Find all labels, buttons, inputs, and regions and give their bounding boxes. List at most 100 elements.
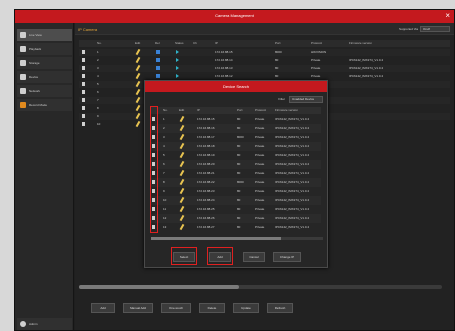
add-button[interactable]: Add <box>91 303 115 313</box>
dialog-horizontal-scrollbar[interactable] <box>151 237 323 240</box>
dialog-row[interactable]: 5 172.16.88.19 80 Private IPC6142_IMX274_V1.… <box>151 151 321 160</box>
play-icon[interactable] <box>176 58 179 62</box>
edit-icon[interactable] <box>179 205 185 213</box>
dialog-row[interactable]: 10 172.16.88.24 80 Private IPC6142_IMX274_V1… <box>151 196 321 205</box>
edit-icon[interactable] <box>135 80 141 88</box>
device-search-dialog: Device Search Filter Unadded Device No. … <box>144 80 328 268</box>
row-protocol: Private <box>255 207 265 211</box>
row-port: 80 <box>237 162 241 166</box>
col-port: Port <box>237 108 243 112</box>
close-icon[interactable]: × <box>445 11 450 20</box>
select-checkbox[interactable] <box>82 98 85 102</box>
sidebar-item-live-view[interactable]: Live View <box>17 29 72 41</box>
dialog-row[interactable]: 3 172.16.88.17 8000 Private IPC6142_IMX274_V… <box>151 133 321 142</box>
dialog-row[interactable]: 8 172.16.88.22 8000 Private IPC6142_IMX274_V… <box>151 178 321 187</box>
edit-icon[interactable] <box>135 104 141 112</box>
dialog-row[interactable]: 1 172.16.88.15 80 Private IPC6142_IMX274_V1.… <box>151 115 321 124</box>
row-port: 80 <box>237 216 241 220</box>
select-checkbox[interactable] <box>82 74 85 78</box>
col-channel: Ch <box>193 41 197 45</box>
sidebar-item-network[interactable]: Network <box>17 85 72 97</box>
edit-icon[interactable] <box>179 178 185 186</box>
edit-icon[interactable] <box>135 88 141 96</box>
row-port: 80 <box>237 144 241 148</box>
play-icon[interactable] <box>176 50 179 54</box>
dialog-row[interactable]: 2 172.16.88.16 80 Private IPC6142_IMX274_V1.… <box>151 124 321 133</box>
edit-icon[interactable] <box>179 187 185 195</box>
table-row[interactable]: 1 172.16.88.15 8000 HIKVISION <box>79 48 450 56</box>
edit-icon[interactable] <box>135 48 141 56</box>
col-firmware: Firmware version <box>275 108 299 112</box>
row-ip: 172.16.88.25 <box>197 207 215 211</box>
dialog-row[interactable]: 12 172.16.88.26 80 Private IPC6142_IMX274_V1… <box>151 214 321 223</box>
table-row[interactable]: 4 172.16.88.12 80 Private IPC6142_IMX274_V1.… <box>79 72 450 80</box>
edit-icon[interactable] <box>135 112 141 120</box>
dialog-row[interactable]: 11 172.16.88.25 80 Private IPC6142_IMX274_V1… <box>151 205 321 214</box>
edit-icon[interactable] <box>179 214 185 222</box>
edit-icon[interactable] <box>179 115 185 123</box>
row-protocol: Private <box>255 135 265 139</box>
dialog-filter-select[interactable]: Unadded Device <box>289 96 323 103</box>
col-status: Status <box>175 41 184 45</box>
edit-icon[interactable] <box>135 72 141 80</box>
scroll-thumb[interactable] <box>151 237 281 240</box>
select-checkbox[interactable] <box>82 66 85 70</box>
tab-ip-camera[interactable]: IP Camera <box>78 27 97 32</box>
edit-icon[interactable] <box>179 196 185 204</box>
row-firmware: IPC6142_IMX274_V1.0.4 <box>275 171 310 175</box>
edit-icon[interactable] <box>135 120 141 128</box>
table-row[interactable]: 2 172.16.88.14 80 Private IPC6142_IMX274_V1.… <box>79 56 450 64</box>
horizontal-scrollbar[interactable] <box>79 285 442 289</box>
sidebar-item-record-mode[interactable]: Record Mode <box>17 99 72 111</box>
sidebar: Live View Playback Storage Device Networ… <box>15 23 74 330</box>
select-checkbox[interactable] <box>82 114 85 118</box>
edit-icon[interactable] <box>179 169 185 177</box>
filter-select[interactable]: Onvif <box>420 26 450 32</box>
device-icon <box>20 74 26 80</box>
cancel-button[interactable]: Cancel <box>243 252 265 262</box>
row-port: 80 <box>275 66 279 70</box>
change-ip-button[interactable]: Change IP <box>273 252 301 262</box>
dialog-row[interactable]: 6 172.16.88.20 80 Private IPC6142_IMX274_V1.… <box>151 160 321 169</box>
edit-icon[interactable] <box>179 151 185 159</box>
sidebar-item-storage[interactable]: Storage <box>17 57 72 69</box>
play-icon[interactable] <box>176 66 179 70</box>
edit-icon[interactable] <box>179 133 185 141</box>
row-port: 80 <box>237 207 241 211</box>
edit-icon[interactable] <box>135 96 141 104</box>
select-checkbox[interactable] <box>82 90 85 94</box>
sidebar-item-device[interactable]: Device <box>17 71 72 83</box>
row-number: 10 <box>163 198 167 202</box>
sidebar-item-label: Device <box>29 75 39 79</box>
dialog-row[interactable]: 4 172.16.88.18 80 Private IPC6142_IMX274_V1.… <box>151 142 321 151</box>
play-icon[interactable] <box>176 74 179 78</box>
delete-button[interactable]: Delete <box>199 303 225 313</box>
dialog-row[interactable]: 13 172.16.88.27 80 Private IPC6142_IMX274_V1… <box>151 223 321 232</box>
edit-icon[interactable] <box>135 56 141 64</box>
row-protocol: Private <box>255 153 265 157</box>
row-port: 80 <box>237 126 241 130</box>
edit-icon[interactable] <box>135 64 141 72</box>
select-checkbox[interactable] <box>82 82 85 86</box>
edit-icon[interactable] <box>179 124 185 132</box>
select-checkbox[interactable] <box>82 50 85 54</box>
select-checkbox[interactable] <box>82 122 85 126</box>
one-touch-button[interactable]: One-touch <box>161 303 191 313</box>
dialog-row[interactable]: 7 172.16.88.21 80 Private IPC6142_IMX274_V1.… <box>151 169 321 178</box>
select-checkbox[interactable] <box>82 58 85 62</box>
table-row[interactable]: 3 172.16.88.13 80 Private IPC6142_IMX274_V1.… <box>79 64 450 72</box>
edit-icon[interactable] <box>179 160 185 168</box>
edit-icon[interactable] <box>179 142 185 150</box>
manual-add-button[interactable]: Manual Add <box>123 303 153 313</box>
camera-icon <box>20 32 26 38</box>
scroll-thumb[interactable] <box>79 285 239 289</box>
row-protocol: Private <box>311 58 321 62</box>
edit-icon[interactable] <box>179 223 185 231</box>
refresh-button[interactable]: Refresh <box>267 303 293 313</box>
dialog-row[interactable]: 9 172.16.88.23 80 Private IPC6142_IMX274_V1.… <box>151 187 321 196</box>
user-item[interactable]: Admin <box>17 318 72 330</box>
update-button[interactable]: Update <box>233 303 259 313</box>
sidebar-item-playback[interactable]: Playback <box>17 43 72 55</box>
col-ip: IP <box>215 41 218 45</box>
select-checkbox[interactable] <box>82 106 85 110</box>
